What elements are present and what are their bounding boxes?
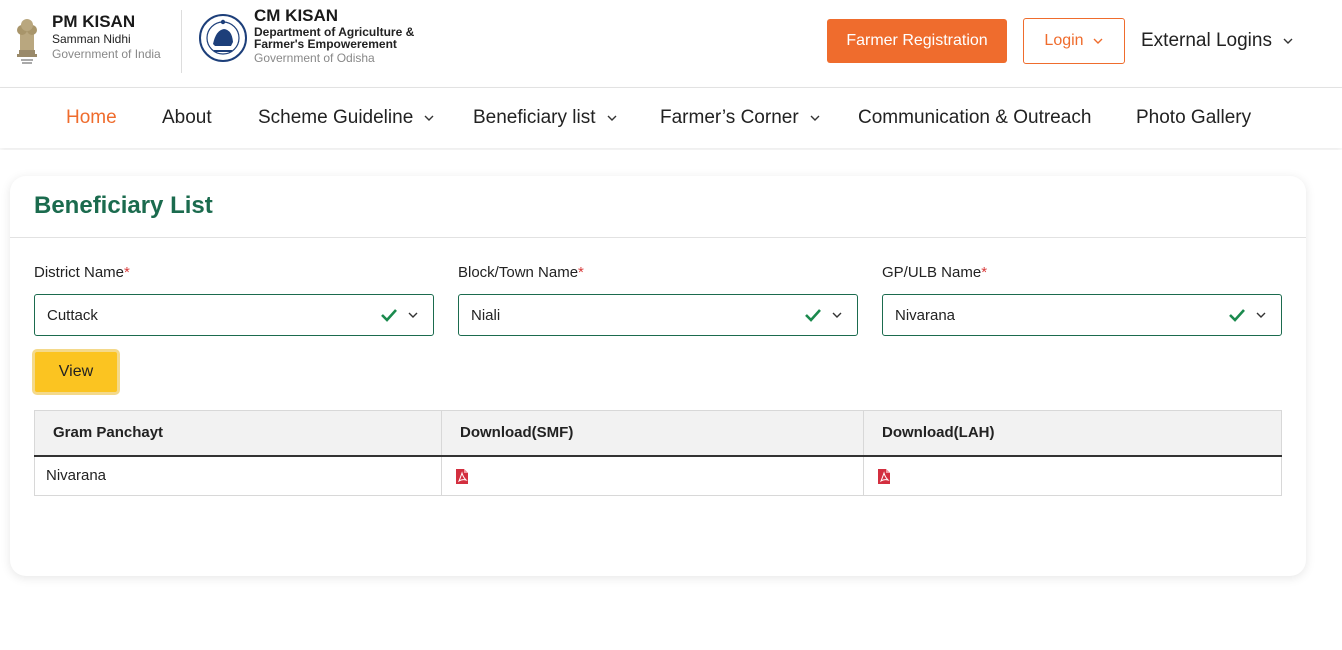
district-select-value: Cuttack [47, 306, 98, 324]
external-logins-menu[interactable]: External Logins [1141, 28, 1294, 54]
header: PM KISAN Samman Nidhi Government of Indi… [0, 0, 1342, 88]
national-emblem-icon [17, 19, 37, 64]
header-download-lah: Download(LAH) [863, 410, 1282, 457]
nav-home[interactable]: Home [66, 88, 117, 148]
header-download-smf: Download(SMF) [441, 410, 864, 457]
nav-photo-gallery-label: Photo Gallery [1136, 107, 1252, 128]
nav-photo-gallery[interactable]: Photo Gallery [1136, 88, 1251, 148]
nav-about-label: About [162, 107, 212, 128]
nav-farmers-corner[interactable]: Farmer’s Corner [660, 88, 821, 148]
pdf-icon[interactable] [877, 468, 891, 485]
nav-communication-outreach[interactable]: Communication & Outreach [858, 88, 1091, 148]
nav-home-label: Home [66, 107, 117, 128]
pdf-icon[interactable] [455, 468, 469, 485]
main-nav: Home About Scheme Guideline Beneficiary … [0, 88, 1342, 148]
page-title: Beneficiary List [34, 192, 213, 219]
brand-divider [181, 10, 182, 73]
pm-kisan-brand[interactable]: PM KISAN Samman Nidhi Government of Indi… [10, 10, 161, 66]
nav-communication-outreach-label: Communication & Outreach [858, 107, 1092, 128]
required-marker: * [578, 264, 584, 281]
external-logins-label: External Logins [1141, 30, 1272, 51]
chevron-down-icon [607, 115, 616, 121]
chevron-down-icon [408, 312, 418, 318]
block-select-value: Niali [471, 306, 501, 324]
gp-ulb-label: GP/ULB Name* [882, 264, 987, 281]
cm-kisan-title: CM KISAN [254, 6, 339, 25]
district-select[interactable]: Cuttack [34, 294, 434, 336]
block-label: Block/Town Name* [458, 264, 584, 281]
cm-kisan-govt: Government of Odisha [254, 51, 375, 65]
required-marker: * [124, 264, 130, 281]
block-label-text: Block/Town Name [458, 264, 579, 281]
cm-kisan-brand[interactable]: CM KISAN Department of Agriculture & Far… [198, 6, 414, 66]
required-marker: * [981, 264, 988, 281]
nav-beneficiary-list-label: Beneficiary list [473, 107, 596, 128]
beneficiary-table: Gram Panchayt Download(SMF) Download(LAH… [34, 410, 1282, 496]
chevron-down-icon [424, 115, 434, 121]
farmer-registration-button[interactable]: Farmer Registration [827, 19, 1007, 63]
district-label: District Name* [34, 264, 130, 281]
chevron-down-icon [1093, 38, 1103, 44]
login-label: Login [1044, 32, 1084, 49]
gp-ulb-select-value: Nivarana [895, 306, 956, 324]
district-label-text: District Name [34, 264, 125, 281]
chevron-down-icon [1256, 312, 1266, 318]
pm-kisan-govt: Government of India [52, 47, 161, 61]
cell-download-smf [441, 455, 864, 496]
gp-ulb-label-text: GP/ULB Name [882, 264, 982, 281]
check-icon [805, 309, 821, 322]
nav-about[interactable]: About [162, 88, 212, 148]
view-button[interactable]: View [32, 349, 120, 395]
chevron-down-icon [810, 115, 820, 121]
check-icon [1229, 309, 1245, 322]
gp-ulb-select[interactable]: Nivarana [882, 294, 1282, 336]
block-select[interactable]: Niali [458, 294, 858, 336]
cell-download-lah [864, 456, 1282, 496]
title-divider [10, 237, 1306, 238]
chevron-down-icon [1283, 38, 1293, 44]
odisha-seal-icon [199, 14, 247, 62]
beneficiary-list-card: Beneficiary List District Name* Cuttack … [10, 176, 1306, 576]
nav-scheme-guideline[interactable]: Scheme Guideline [258, 88, 435, 148]
nav-beneficiary-list[interactable]: Beneficiary list [473, 88, 618, 148]
header-gram-panchayat: Gram Panchayt [34, 410, 442, 457]
nav-farmers-corner-label: Farmer’s Corner [660, 107, 799, 128]
login-button[interactable]: Login [1023, 18, 1125, 64]
cell-gram-panchayat: Nivarana [34, 455, 442, 496]
pm-kisan-title: PM KISAN [52, 12, 136, 31]
chevron-down-icon [832, 312, 842, 318]
table-row: Nivarana [34, 455, 1282, 496]
cm-kisan-dept-line2: Farmer's Empowerement [254, 37, 397, 51]
table-header-row: Gram Panchayt Download(SMF) Download(LAH… [34, 410, 1282, 457]
pm-kisan-subtitle: Samman Nidhi [52, 32, 131, 46]
nav-scheme-guideline-label: Scheme Guideline [258, 107, 414, 128]
check-icon [381, 309, 397, 322]
